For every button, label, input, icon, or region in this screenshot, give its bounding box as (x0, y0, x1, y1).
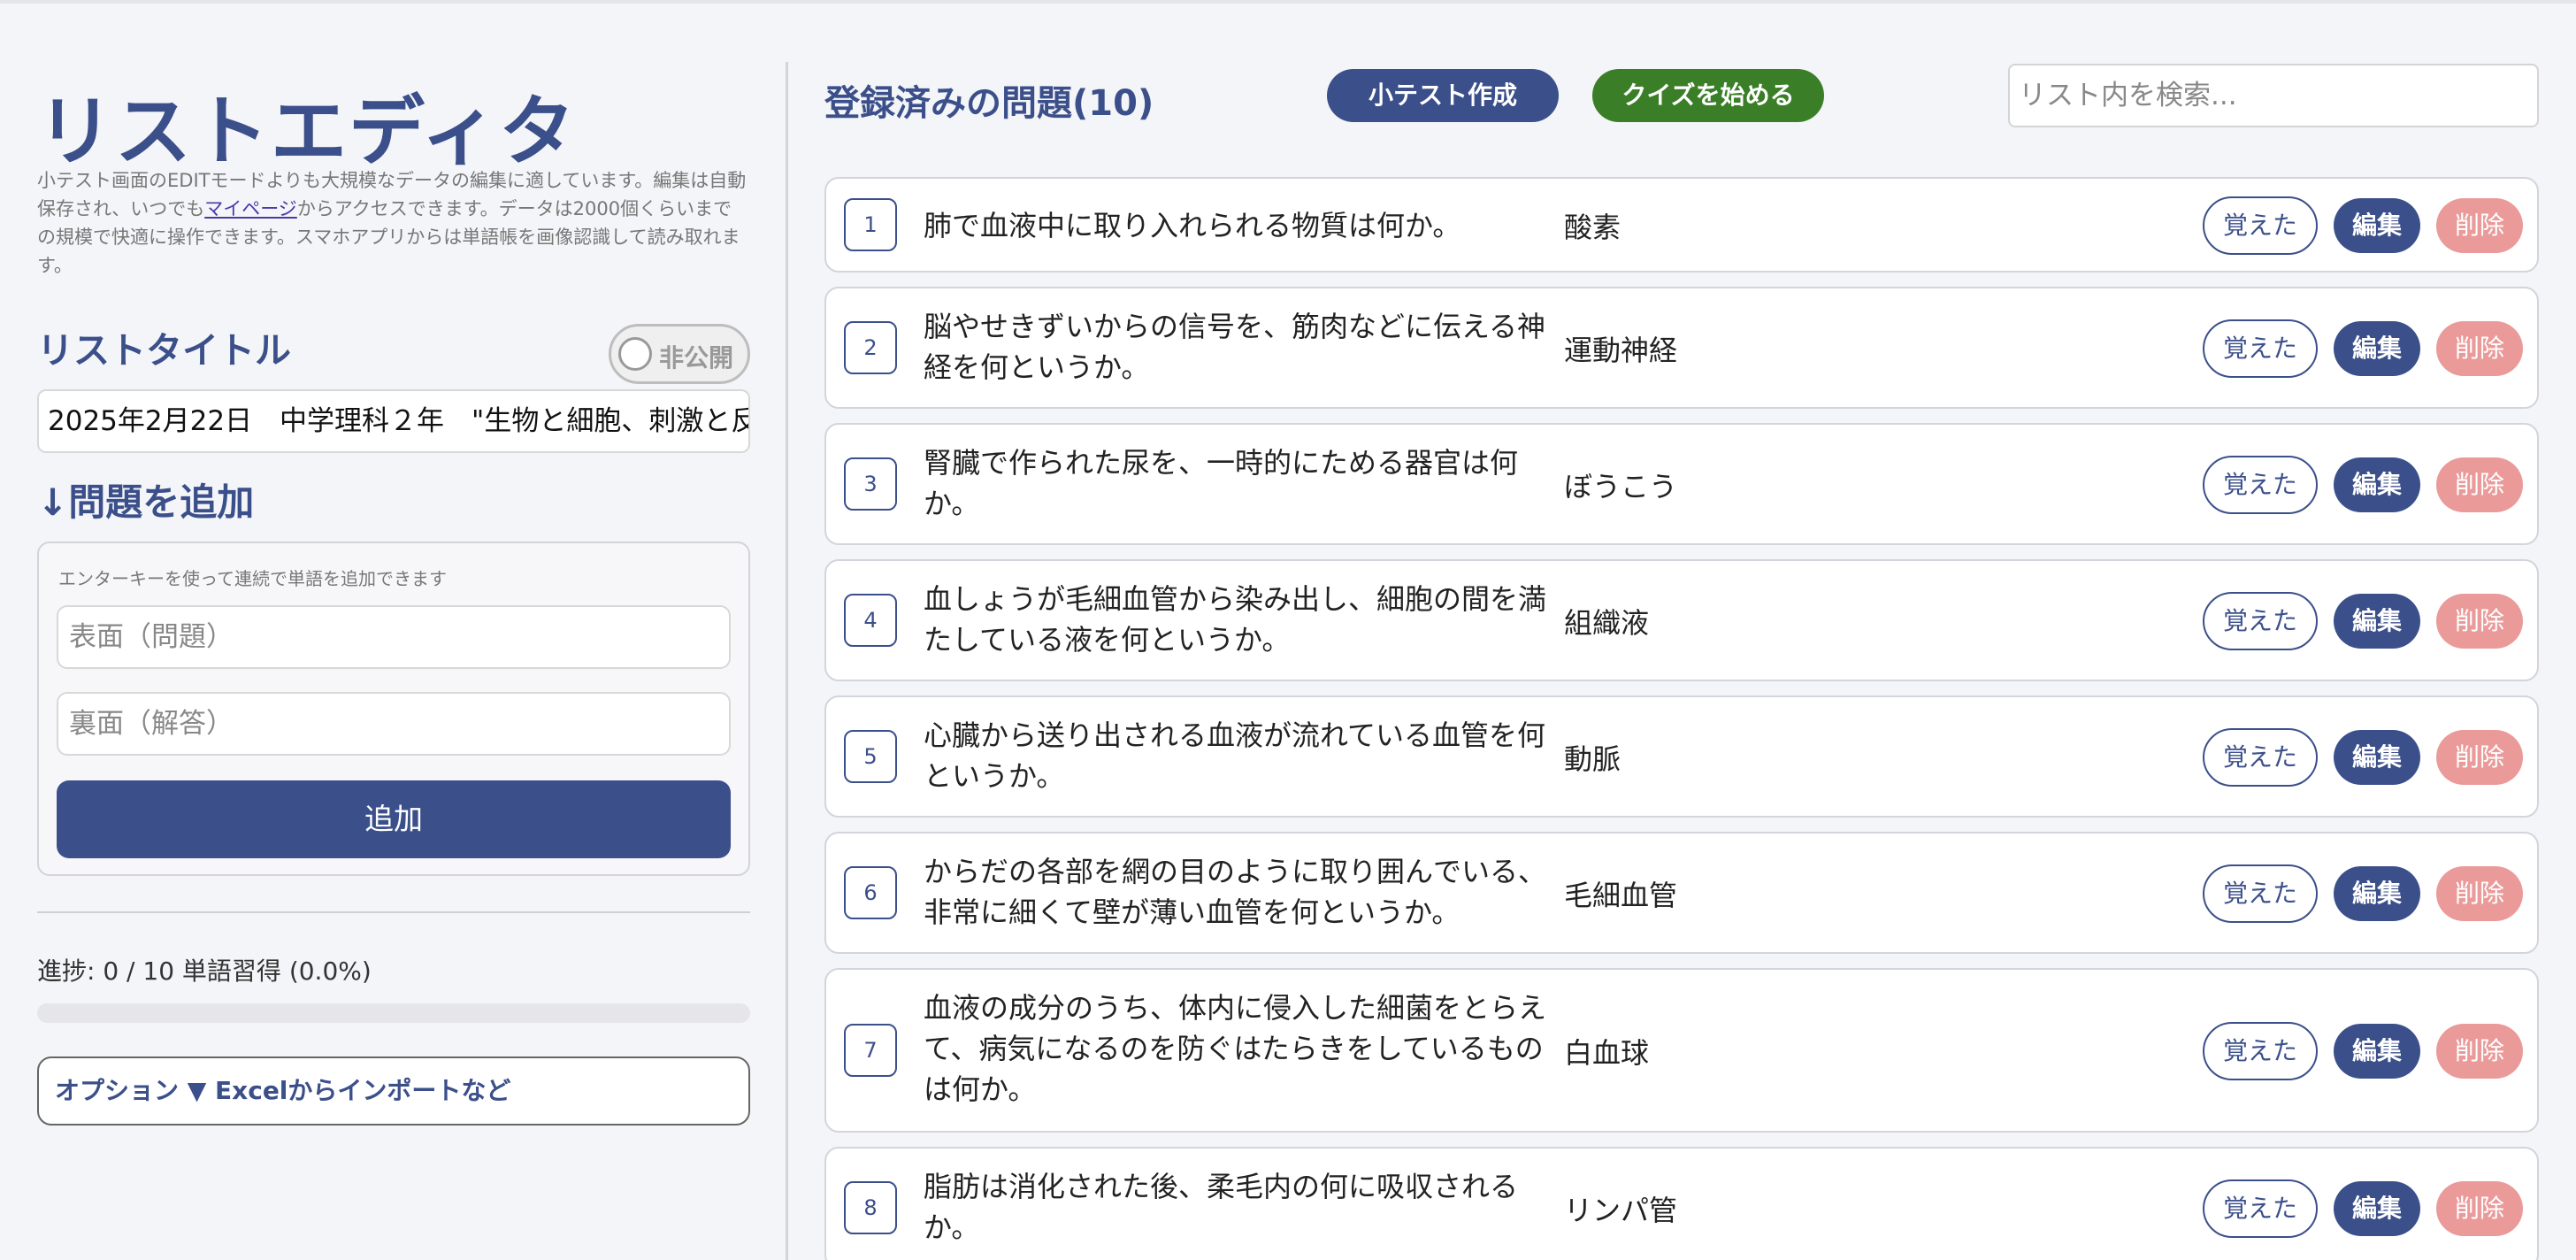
answer-text: 酸素 (1564, 211, 1622, 244)
question-card: 1 肺で血液中に取り入れられる物質は何か。 酸素 覚えた 編集 削除 (824, 177, 2539, 273)
edit-button[interactable]: 編集 (2334, 1024, 2420, 1079)
question-text: 脳やせきずいからの信号を、筋肉などに伝える神経を何というか。 (924, 310, 1546, 384)
learned-button[interactable]: 覚えた (2203, 319, 2318, 378)
progress-text: 進捗: 0 / 10 単語習得 (0.0%) (37, 957, 372, 986)
question-number: 8 (844, 1181, 897, 1234)
question-card: 6 からだの各部を網の目のように取り囲んでいる、非常に細くて壁が薄い血管を何とい… (824, 832, 2539, 954)
question-card: 3 腎臓で作られた尿を、一時的にためる器官は何か。 ぼうこう 覚えた 編集 削除 (824, 423, 2539, 545)
answer-text: 動脈 (1564, 742, 1622, 776)
question-text: 心臓から送り出される血液が流れている血管を何というか。 (924, 718, 1546, 793)
search-input[interactable]: リスト内を検索... (2008, 64, 2539, 127)
learned-button[interactable]: 覚えた (2203, 1179, 2318, 1238)
question-card: 7 血液の成分のうち、体内に侵入した細菌をとらえて、病気になるのを防ぐはたらきを… (824, 968, 2539, 1133)
learned-button[interactable]: 覚えた (2203, 864, 2318, 923)
options-button[interactable]: オプション ▼ Excelからインポートなど (37, 1056, 750, 1126)
question-number: 2 (844, 321, 897, 374)
add-hint-text: エンターキーを使って連続で単語を追加できます (58, 568, 447, 589)
question-text: 肺で血液中に取り入れられる物質は何か。 (924, 209, 1461, 242)
learned-button[interactable]: 覚えた (2203, 728, 2318, 787)
page-description: 小テスト画面のEDITモードよりも大規模なデータの編集に適しています。編集は自動… (37, 166, 750, 280)
answer-text: リンパ管 (1564, 1194, 1678, 1227)
visibility-toggle-label: 非公開 (659, 343, 734, 373)
question-number: 3 (844, 457, 897, 511)
mini-test-button[interactable]: 小テスト作成 (1327, 69, 1559, 122)
question-number: 5 (844, 730, 897, 783)
answer-text: ぼうこう (1564, 470, 1678, 503)
delete-button[interactable]: 削除 (2436, 1181, 2523, 1236)
add-question-form: エンターキーを使って連続で単語を追加できます 表面（問題） 裏面（解答） 追加 (37, 542, 750, 876)
panel-divider (786, 62, 788, 1260)
mypage-link[interactable]: マイページ (204, 198, 297, 219)
question-text: 血液の成分のうち、体内に侵入した細菌をとらえて、病気になるのを防ぐはたらきをして… (924, 991, 1547, 1106)
edit-button[interactable]: 編集 (2334, 866, 2420, 921)
learned-button[interactable]: 覚えた (2203, 196, 2318, 255)
delete-button[interactable]: 削除 (2436, 1024, 2523, 1079)
question-card: 8 脂肪は消化された後、柔毛内の何に吸収されるか。 リンパ管 覚えた 編集 削除 (824, 1147, 2539, 1260)
delete-button[interactable]: 削除 (2436, 594, 2523, 649)
question-number: 6 (844, 866, 897, 919)
delete-button[interactable]: 削除 (2436, 321, 2523, 376)
answer-text: 組織液 (1564, 606, 1650, 640)
question-card: 2 脳やせきずいからの信号を、筋肉などに伝える神経を何というか。 運動神経 覚え… (824, 287, 2539, 409)
start-quiz-button[interactable]: クイズを始める (1592, 69, 1824, 122)
question-list-panel: 登録済みの問題(10) 小テスト作成 クイズを始める リスト内を検索... 1 … (824, 0, 2539, 1260)
edit-button[interactable]: 編集 (2334, 1181, 2420, 1236)
edit-button[interactable]: 編集 (2334, 321, 2420, 376)
question-text: 脂肪は消化された後、柔毛内の何に吸収されるか。 (924, 1170, 1519, 1244)
delete-button[interactable]: 削除 (2436, 730, 2523, 785)
learned-button[interactable]: 覚えた (2203, 456, 2318, 514)
question-card: 5 心臓から送り出される血液が流れている血管を何というか。 動脈 覚えた 編集 … (824, 695, 2539, 818)
progress-bar (37, 1003, 750, 1023)
delete-button[interactable]: 削除 (2436, 457, 2523, 512)
question-number: 7 (844, 1024, 897, 1077)
add-question-heading: ↓問題を追加 (37, 480, 255, 524)
question-number: 1 (844, 198, 897, 251)
list-title-input[interactable]: 2025年2月22日 中学理科２年 "生物と細胞、刺激と反応" (37, 389, 750, 453)
divider (37, 911, 750, 913)
edit-button[interactable]: 編集 (2334, 594, 2420, 649)
visibility-toggle[interactable]: 非公開 (609, 324, 750, 384)
back-input[interactable]: 裏面（解答） (57, 692, 731, 756)
learned-button[interactable]: 覚えた (2203, 592, 2318, 650)
registered-count-heading: 登録済みの問題(10) (824, 83, 1154, 124)
learned-button[interactable]: 覚えた (2203, 1022, 2318, 1080)
toggle-knob-icon (618, 337, 652, 371)
editor-panel: リストエディタ 小テスト画面のEDITモードよりも大規模なデータの編集に適してい… (37, 0, 750, 1260)
edit-button[interactable]: 編集 (2334, 198, 2420, 253)
question-text: 腎臓で作られた尿を、一時的にためる器官は何か。 (924, 446, 1519, 520)
question-text: 血しょうが毛細血管から染み出し、細胞の間を満たしている液を何というか。 (924, 582, 1547, 657)
answer-text: 白血球 (1564, 1036, 1650, 1070)
answer-text: 運動神経 (1564, 334, 1678, 367)
question-number: 4 (844, 594, 897, 647)
question-card: 4 血しょうが毛細血管から染み出し、細胞の間を満たしている液を何というか。 組織… (824, 559, 2539, 681)
delete-button[interactable]: 削除 (2436, 198, 2523, 253)
list-title-label: リストタイトル (37, 329, 291, 372)
page-title: リストエディタ (37, 88, 577, 176)
question-text: からだの各部を網の目のように取り囲んでいる、非常に細くて壁が薄い血管を何というか… (924, 855, 1547, 929)
delete-button[interactable]: 削除 (2436, 866, 2523, 921)
edit-button[interactable]: 編集 (2334, 457, 2420, 512)
front-input[interactable]: 表面（問題） (57, 605, 731, 669)
add-button[interactable]: 追加 (57, 780, 731, 858)
answer-text: 毛細血管 (1564, 879, 1678, 912)
edit-button[interactable]: 編集 (2334, 730, 2420, 785)
